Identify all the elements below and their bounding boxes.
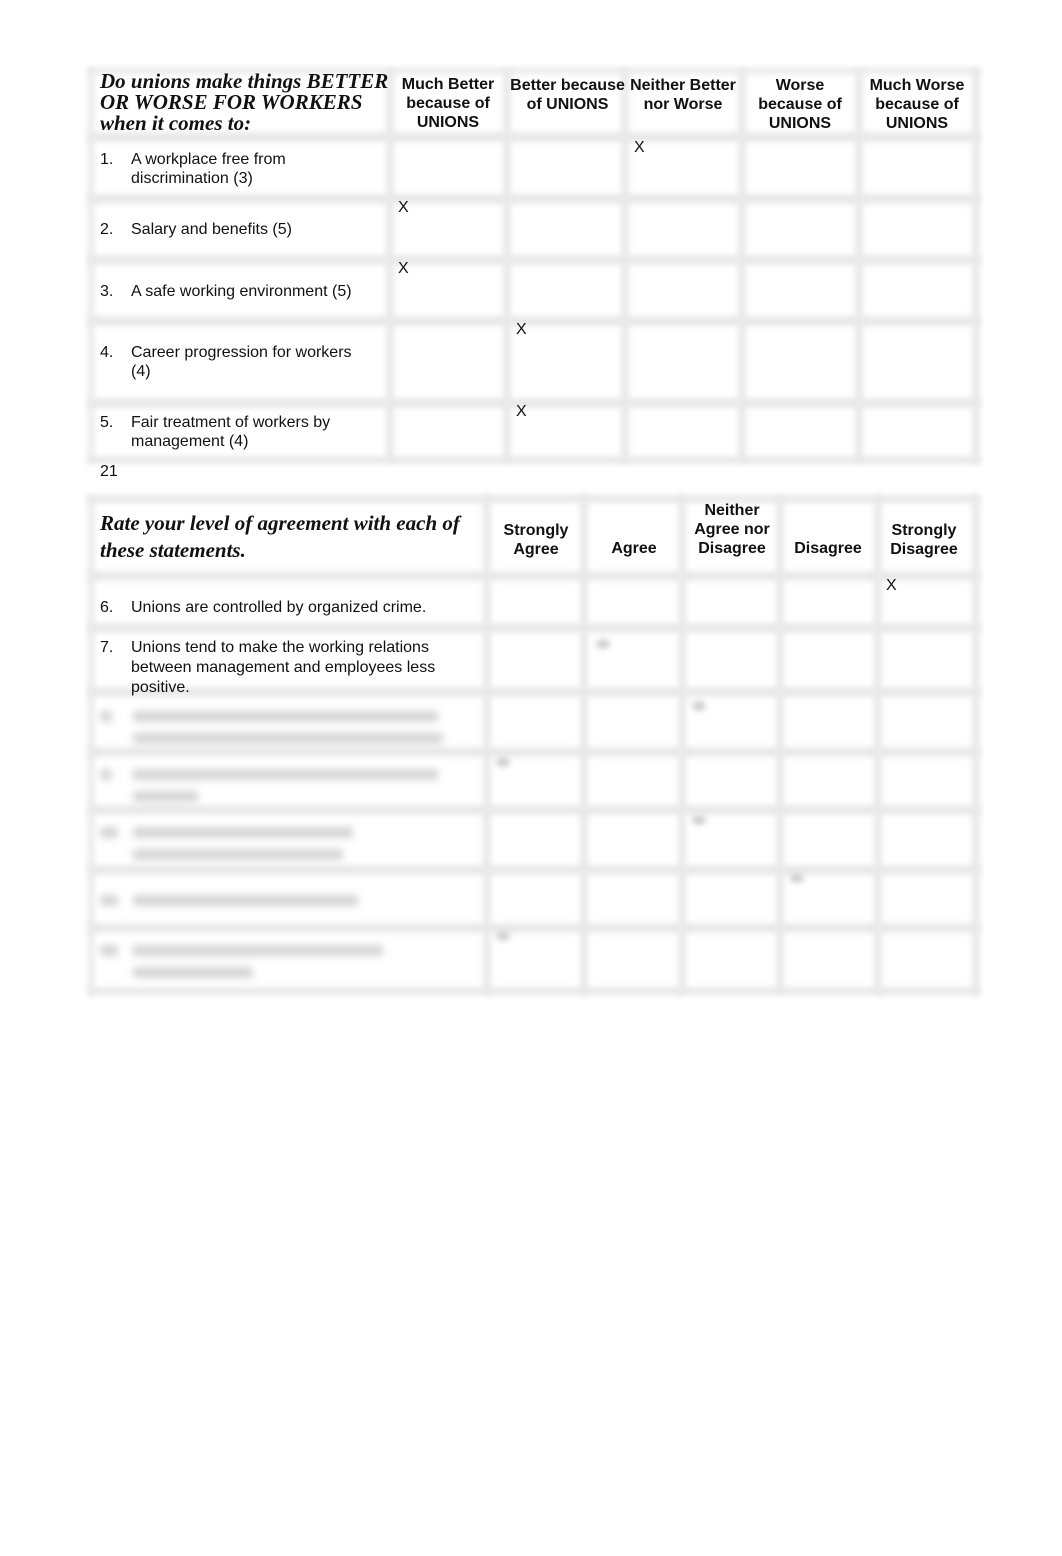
item-text: Unions tend to make the working relation…	[131, 639, 436, 696]
item-number: 6.	[100, 599, 114, 616]
blurred-answer-mark	[496, 931, 510, 941]
item-text: Unions are controlled by organized crime…	[131, 599, 427, 616]
item-text: A safe working environment (5)	[131, 283, 352, 300]
column-header-much-better: Much Better because of UNIONS	[401, 76, 495, 131]
column-header-strongly-agree: Strongly Agree	[503, 522, 569, 558]
item-number: 7.	[100, 639, 114, 656]
item-number: 4.	[100, 344, 114, 361]
score-total: 21	[100, 463, 118, 480]
item-number: 2.	[100, 221, 114, 238]
answer-mark[interactable]: X	[634, 140, 645, 156]
item-text: A workplace free from discrimination (3)	[131, 151, 286, 187]
blurred-answer-mark	[496, 757, 510, 767]
blurred-answer-mark	[596, 639, 610, 649]
blurred-answer-mark	[692, 701, 706, 711]
blurred-answer-mark	[790, 873, 804, 883]
agreement-table: Rate your level of agreement with each o…	[88, 495, 980, 995]
column-header-worse: Worse because of UNIONS	[758, 77, 842, 132]
item-number: 5.	[100, 414, 114, 431]
column-header-agree: Agree	[611, 540, 657, 557]
column-header-disagree: Disagree	[794, 540, 862, 557]
blurred-answer-mark	[692, 815, 706, 825]
answer-mark[interactable]: X	[516, 322, 527, 338]
section1-title: Do unions make things BETTER OR WORSE FO…	[100, 69, 389, 135]
column-header-neither: Neither Agree nor Disagree	[694, 502, 770, 557]
answer-mark[interactable]: X	[886, 578, 897, 594]
item-number: 3.	[100, 283, 114, 300]
answer-mark[interactable]: X	[516, 404, 527, 420]
column-header-much-worse: Much Worse because of UNIONS	[869, 77, 965, 132]
item-text: Salary and benefits (5)	[131, 221, 292, 238]
item-text: Career progression for workers (4)	[131, 344, 352, 380]
union-impact-table: Do unions make things BETTER OR WORSE FO…	[88, 68, 980, 464]
answer-mark[interactable]: X	[398, 261, 409, 277]
item-number: 1.	[100, 151, 114, 168]
column-header-neither: Neither Better nor Worse	[630, 77, 736, 113]
column-header-better: Better because of UNIONS	[510, 77, 625, 113]
section2-title: Rate your level of agreement with each o…	[100, 511, 460, 562]
answer-mark[interactable]: X	[398, 200, 409, 216]
column-header-strongly-disagree: Strongly Disagree	[890, 522, 958, 558]
item-text: Fair treatment of workers by management …	[131, 414, 331, 450]
